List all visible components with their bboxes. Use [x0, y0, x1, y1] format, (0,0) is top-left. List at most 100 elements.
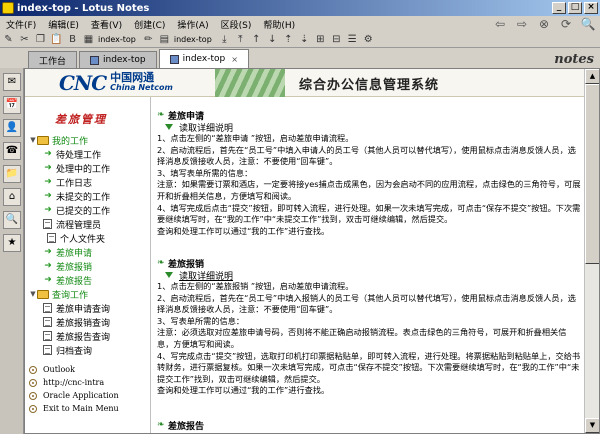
cnc-english-name: China Netcom [110, 83, 173, 92]
nav-item-submitted-work[interactable]: ➜ 已提交的工作 [25, 203, 150, 217]
external-links: Outlook http://cnc-intra Oracle Applicat… [29, 363, 119, 415]
nav-item-label: 工作日志 [56, 178, 93, 189]
vertical-scrollbar[interactable]: ▲ ▼ [584, 69, 599, 433]
back-icon[interactable]: ⇦ [492, 17, 508, 31]
twistie-open-icon[interactable]: ▼ [29, 136, 37, 144]
triangle-down-icon[interactable] [165, 272, 173, 278]
search-icon[interactable]: 🔍 [580, 17, 596, 31]
phone-bookmark-icon[interactable]: ☎ [3, 142, 21, 160]
menu-actions[interactable]: 操作(A) [171, 18, 214, 31]
triangle-down-icon[interactable] [165, 124, 173, 130]
nav-item-pending-work[interactable]: ➜ 待处理工作 [25, 147, 150, 161]
nav-item-travel-report[interactable]: ➜ 差旅报告 [25, 273, 150, 287]
mail-bookmark-icon[interactable]: ✉ [3, 73, 21, 91]
nav-item-unsubmitted-work[interactable]: ➜ 未提交的工作 [25, 189, 150, 203]
nav-item-archive-query[interactable]: 归档查询 [25, 343, 150, 357]
contacts-bookmark-icon[interactable]: 👤 [3, 119, 21, 137]
paste-icon[interactable]: 📋 [50, 33, 63, 46]
link-exit-main-menu[interactable]: Exit to Main Menu [29, 402, 119, 415]
favorites-bookmark-icon[interactable]: ★ [3, 234, 21, 252]
leaf-icon: ❧ [157, 109, 165, 120]
arrow-bottom-icon[interactable]: ⇣ [298, 33, 311, 46]
toolbar-label-2[interactable]: index-top [174, 35, 212, 44]
scroll-down-button[interactable]: ▼ [585, 418, 599, 433]
document-icon[interactable]: ▤ [158, 33, 171, 46]
menu-create[interactable]: 创建(C) [128, 18, 171, 31]
nav-folder-label: 我的工作 [52, 136, 89, 147]
leaf-icon: ❧ [157, 419, 165, 430]
section-title-text: 差旅报告 [168, 421, 205, 432]
nav-item-label: 差旅申请 [56, 248, 93, 259]
document-icon [43, 345, 52, 355]
nav-item-travel-reimbursement[interactable]: ➜ 差旅报销 [25, 259, 150, 273]
header-banner: CNC 中国网通 China Netcom 综合办公信息管理系统 [25, 69, 585, 97]
bold-icon[interactable]: B [66, 33, 79, 46]
nav-item-label: 差旅报告 [56, 276, 93, 287]
link-outlook[interactable]: Outlook [29, 363, 119, 376]
nav-item-reimbursement-query[interactable]: 差旅报销查询 [25, 315, 150, 329]
list-icon[interactable]: ☰ [346, 33, 359, 46]
expand-icon[interactable]: ⊞ [314, 33, 327, 46]
calendar-bookmark-icon[interactable]: 📅 [3, 96, 21, 114]
nav-item-report-query[interactable]: 差旅报告查询 [25, 329, 150, 343]
stop-icon[interactable]: ⊗ [536, 17, 552, 31]
cut-icon[interactable]: ✂ [18, 33, 31, 46]
nav-folder-label: 查询工作 [52, 290, 89, 301]
minimize-button[interactable]: _ [552, 2, 566, 14]
tab-workspace[interactable]: 工作台 [28, 51, 78, 68]
edit-icon[interactable]: ✎ [2, 33, 15, 46]
tools-icon[interactable]: ⚙ [362, 33, 375, 46]
scroll-up-button[interactable]: ▲ [585, 69, 599, 84]
link-cnc-intra[interactable]: http://cnc-intra [29, 376, 119, 389]
arrow-right-icon: ➜ [44, 275, 52, 285]
nav-item-work-log[interactable]: ➜ 工作日志 [25, 175, 150, 189]
menu-file[interactable]: 文件(F) [0, 18, 42, 31]
sidebar-heading: 差旅管理 [55, 113, 107, 126]
nav-item-label: 差旅报销 [56, 262, 93, 273]
china-netcom-logo: CNC 中国网通 China Netcom [59, 71, 173, 95]
nav-folder-query[interactable]: ▼ 查询工作 [25, 287, 150, 301]
toolbar-label-1[interactable]: index-top [98, 35, 136, 44]
menu-edit[interactable]: 编辑(E) [42, 18, 85, 31]
nav-item-process-admin[interactable]: 流程管理员 [25, 217, 150, 231]
nav-item-in-progress-work[interactable]: ➜ 处理中的工作 [25, 161, 150, 175]
nav-folder-my-work[interactable]: ▼ 我的工作 [25, 133, 150, 147]
twistie-open-icon[interactable]: ▼ [29, 290, 37, 298]
link-oracle-application[interactable]: Oracle Application [29, 389, 119, 402]
scroll-thumb[interactable] [585, 84, 599, 264]
pencil-icon[interactable]: ✏ [142, 33, 155, 46]
arrow-top-icon[interactable]: ⇡ [282, 33, 295, 46]
lotus-notes-app-icon [2, 2, 14, 14]
arrow-down-icon[interactable]: ↓ [266, 33, 279, 46]
folder-bookmark-icon[interactable]: 📁 [3, 165, 21, 183]
nav-item-label: 待处理工作 [56, 150, 102, 161]
move-top-icon[interactable]: ⤒ [234, 33, 247, 46]
move-down-icon[interactable]: ⤓ [218, 33, 231, 46]
menu-help[interactable]: 帮助(H) [257, 18, 301, 31]
copy-icon[interactable]: ❐ [34, 33, 47, 46]
read-details-toggle[interactable]: 读取详细说明 [165, 269, 581, 282]
tab-close-icon[interactable]: × [231, 55, 238, 64]
database-icon[interactable]: ▦ [82, 33, 95, 46]
menu-section[interactable]: 区段(S) [215, 18, 258, 31]
refresh-icon[interactable]: ⟳ [558, 17, 574, 31]
nav-item-label: 归档查询 [56, 346, 93, 357]
read-details-toggle[interactable]: 读取详细说明 [165, 121, 581, 134]
link-label: Outlook [43, 365, 75, 374]
menu-view[interactable]: 查看(V) [85, 18, 128, 31]
forward-icon[interactable]: ⇨ [514, 17, 530, 31]
tab-index-top-1[interactable]: index-top [79, 51, 157, 68]
tab-index-top-2[interactable]: index-top × [158, 49, 249, 68]
collapse-icon[interactable]: ⊟ [330, 33, 343, 46]
nav-item-travel-request[interactable]: ➜ 差旅申请 [25, 245, 150, 259]
close-button[interactable]: × [584, 2, 598, 14]
arrow-up-icon[interactable]: ↑ [250, 33, 263, 46]
home-bookmark-icon[interactable]: ⌂ [3, 188, 21, 206]
search-bookmark-icon[interactable]: 🔍 [3, 211, 21, 229]
maximize-button[interactable]: □ [568, 2, 582, 14]
section-travel-request: ❧ 差旅申请 读取详细说明 1、点击左侧的“差旅申请 ”按钮，启动差旅申请流程。… [157, 109, 581, 237]
nav-item-personal-folder[interactable]: 个人文件夹 [25, 231, 150, 245]
menu-bar: 文件(F) 编辑(E) 查看(V) 创建(C) 操作(A) 区段(S) 帮助(H… [0, 16, 600, 32]
nav-item-request-query[interactable]: 差旅申请查询 [25, 301, 150, 315]
arrow-right-icon: ➜ [44, 191, 52, 201]
